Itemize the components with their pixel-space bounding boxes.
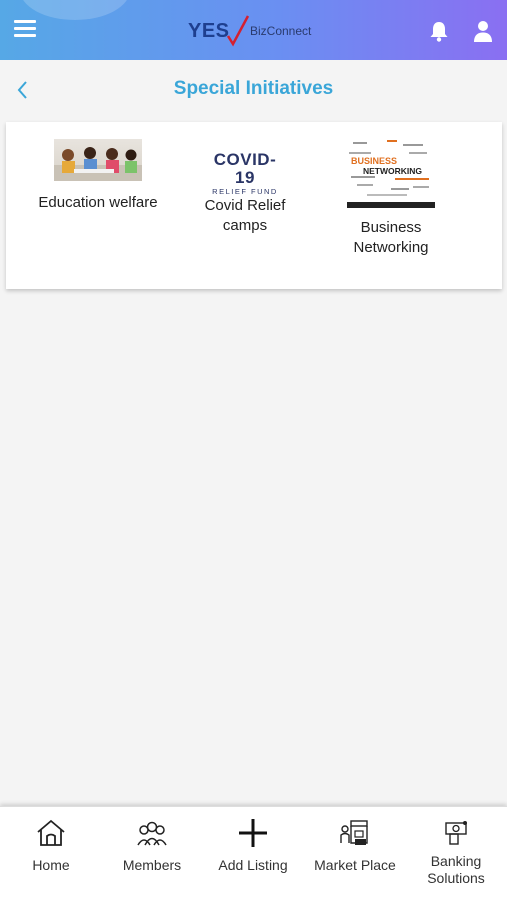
- nav-label: Home: [32, 857, 70, 873]
- nav-label: Members: [122, 857, 182, 873]
- header-decoration: [20, 0, 130, 20]
- plus-icon: [239, 819, 267, 847]
- nav-label: Banking: [430, 853, 482, 869]
- app-logo: YES BizConnect: [188, 14, 323, 48]
- education-photo: [54, 139, 142, 181]
- covid-logo-subtext: RELIEF FUND: [212, 187, 278, 196]
- bell-icon[interactable]: [427, 19, 451, 43]
- nav-banking-solutions[interactable]: Banking Solutions: [406, 819, 506, 887]
- wordcloud-business: BUSINESS: [351, 156, 398, 166]
- nav-label: Market Place: [314, 857, 396, 873]
- page-title: Special Initiatives: [173, 78, 334, 99]
- covid-logo-text: COVID-19: [213, 150, 277, 187]
- initiative-label: Networking: [353, 239, 429, 256]
- nav-members[interactable]: Members: [102, 819, 202, 874]
- initiative-business-networking[interactable]: BUSINESS NETWORKING Business Networking: [324, 138, 458, 258]
- initiatives-card: Education welfare COVID-19 RELIEF FUND C…: [6, 122, 502, 289]
- bottom-navigation: Home Members Add Listing Market Place Ba…: [0, 806, 507, 900]
- initiative-covid-relief-camps[interactable]: COVID-19 RELIEF FUND Covid Relief camps: [178, 146, 312, 236]
- user-icon[interactable]: [472, 19, 494, 43]
- nav-label: Add Listing: [218, 857, 288, 873]
- market-place-icon: [340, 820, 368, 845]
- banking-icon: [445, 821, 467, 845]
- nav-add-listing[interactable]: Add Listing: [203, 819, 303, 874]
- initiative-education-welfare[interactable]: Education welfare: [31, 139, 165, 213]
- logo-check-icon: [226, 15, 250, 47]
- nav-home[interactable]: Home: [1, 819, 101, 874]
- nav-market-place[interactable]: Market Place: [305, 819, 405, 874]
- covid-relief-fund-logo: COVID-19 RELIEF FUND: [205, 151, 285, 197]
- logo-sub: BizConnect: [250, 24, 312, 38]
- wordcloud-networking: NETWORKING: [363, 166, 423, 176]
- initiative-label: Covid Relief: [204, 197, 286, 214]
- initiative-label: Education welfare: [38, 194, 158, 211]
- initiative-label: camps: [222, 217, 268, 234]
- initiative-label: Business: [360, 219, 422, 236]
- business-networking-wordcloud: BUSINESS NETWORKING: [347, 138, 435, 208]
- hamburger-menu-icon[interactable]: [14, 20, 36, 40]
- members-icon: [137, 821, 167, 846]
- home-icon: [37, 819, 65, 846]
- app-header: YES BizConnect: [0, 0, 507, 60]
- nav-label: Solutions: [427, 870, 485, 886]
